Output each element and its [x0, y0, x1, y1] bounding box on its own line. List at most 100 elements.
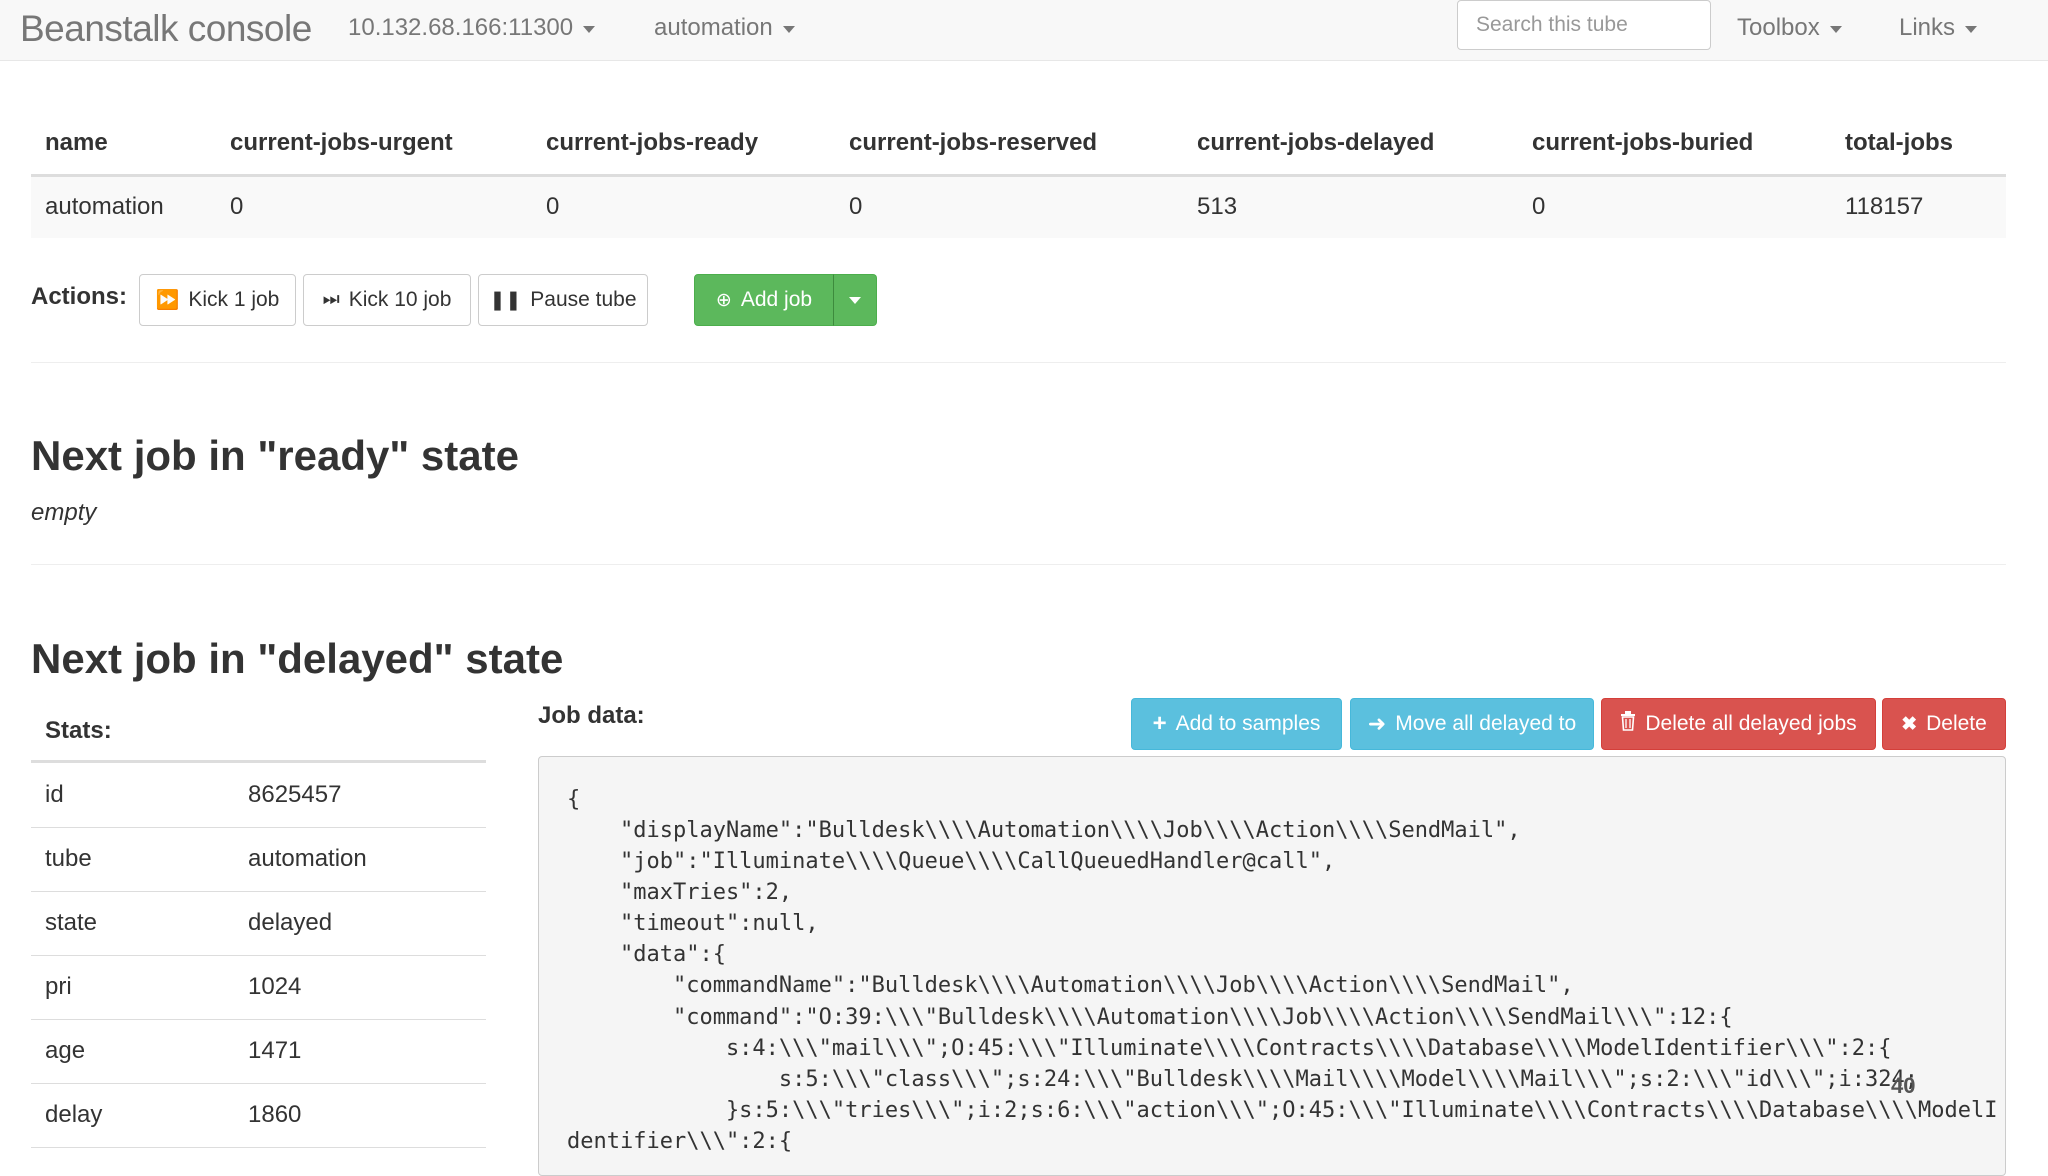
divider [31, 564, 2006, 565]
code-line: s:5:\\\"class\\\";s:24:\\\"Bulldesk\\\\M… [567, 1067, 1919, 1092]
stat-value: delayed [234, 891, 486, 956]
stat-value: automation [234, 827, 486, 892]
stats-label: Stats: [45, 717, 112, 744]
trash-icon-svg [1621, 711, 1636, 731]
stat-key: delay [31, 1083, 234, 1148]
code-line: "job":"Illuminate\\\\Queue\\\\CallQueued… [567, 849, 1336, 874]
table-row: pri 1024 [31, 955, 486, 1020]
arrow-right-icon: ➜ [1367, 711, 1387, 736]
add-job-button[interactable]: ⊕ Add job [694, 274, 834, 326]
add-job-label: Add job [740, 288, 813, 311]
move-all-delayed-label: Move all delayed to [1395, 712, 1577, 735]
stat-value: 1860 [234, 1083, 486, 1148]
toolbox-dropdown[interactable]: Toolbox [1737, 14, 1842, 42]
stat-key: tube [31, 827, 234, 892]
stat-value: 8625457 [234, 763, 486, 828]
add-to-samples-button[interactable]: + Add to samples [1131, 698, 1342, 750]
brand-logo[interactable]: Beanstalk console [20, 8, 312, 50]
links-dropdown-label: Links [1899, 14, 1956, 41]
table-header-row: name current-jobs-urgent current-jobs-re… [31, 112, 2006, 177]
tube-dropdown[interactable]: automation [654, 14, 795, 42]
stat-key: pri [31, 955, 234, 1020]
delayed-section-title: Next job in "delayed" state [31, 635, 564, 682]
stat-key: id [31, 763, 234, 828]
pause-tube-label: Pause tube [530, 288, 637, 311]
code-line: s:4:\\\"mail\\\";O:45:\\\"Illuminate\\\\… [567, 1036, 1892, 1061]
server-dropdown[interactable]: 10.132.68.166:11300 [348, 14, 596, 42]
fast-forward-icon: ⏩ [155, 290, 180, 311]
add-job-dropdown-toggle[interactable] [833, 274, 877, 326]
chevron-down-icon [1829, 26, 1842, 33]
stat-value: 1024 [234, 955, 486, 1020]
chevron-down-icon [583, 26, 596, 33]
code-line: { [567, 787, 581, 812]
stat-key: state [31, 891, 234, 956]
skip-forward-icon: ⏭ [322, 289, 340, 310]
cell-total: 118157 [1831, 175, 2006, 238]
kick-1-job-button[interactable]: ⏩ Kick 1 job [139, 274, 296, 326]
column-header[interactable]: current-jobs-ready [532, 112, 835, 177]
kick-1-job-label: Kick 1 job [188, 288, 280, 311]
table-row: delay 1860 [31, 1083, 486, 1148]
chevron-down-icon [782, 26, 795, 33]
table-row: automation 0 0 0 513 0 118157 [31, 175, 2006, 238]
column-header[interactable]: total-jobs [1831, 112, 2006, 177]
cell-delayed: 513 [1183, 175, 1518, 238]
ready-section-title: Next job in "ready" state [31, 432, 519, 479]
code-line: "displayName":"Bulldesk\\\\Automation\\\… [567, 818, 1521, 843]
add-to-samples-label: Add to samples [1175, 712, 1321, 735]
divider [31, 362, 2006, 363]
code-line: "data":{ [567, 942, 726, 967]
server-dropdown-label: 10.132.68.166:11300 [348, 14, 574, 41]
code-line: "command":"O:39:\\\"Bulldesk\\\\Automati… [567, 1005, 1733, 1030]
column-header[interactable]: current-jobs-delayed [1183, 112, 1518, 177]
move-all-delayed-button[interactable]: ➜ Move all delayed to [1350, 698, 1594, 750]
code-line: dentifier\\\":2:{ [567, 1129, 793, 1154]
job-data-label: Job data: [538, 702, 645, 729]
plus-icon: + [1152, 710, 1167, 737]
stat-key: age [31, 1019, 234, 1084]
job-data-code-block[interactable]: { "displayName":"Bulldesk\\\\Automation\… [538, 756, 2006, 1176]
close-icon: ✖ [1901, 713, 1918, 735]
job-stats-table: id 8625457 tube automation state delayed… [31, 763, 486, 1148]
stat-value: 1471 [234, 1019, 486, 1084]
delete-button[interactable]: ✖ Delete [1882, 698, 2006, 750]
code-line: "maxTries":2, [567, 880, 793, 905]
kick-10-job-label: Kick 10 job [348, 288, 452, 311]
tube-stats-table: name current-jobs-urgent current-jobs-re… [31, 112, 2006, 238]
tube-dropdown-label: automation [654, 14, 773, 41]
column-header[interactable]: current-jobs-buried [1518, 112, 1831, 177]
code-line: "timeout":null, [567, 911, 819, 936]
table-row: tube automation [31, 827, 486, 892]
cell-name: automation [31, 175, 216, 238]
kick-10-job-button[interactable]: ⏭ Kick 10 job [303, 274, 471, 326]
trash-icon [1620, 711, 1636, 737]
cell-reserved: 0 [835, 175, 1183, 238]
top-navbar: Beanstalk console 10.132.68.166:11300 au… [0, 0, 2048, 61]
table-row: age 1471 [31, 1019, 486, 1084]
code-line: "commandName":"Bulldesk\\\\Automation\\\… [567, 973, 1574, 998]
cell-urgent: 0 [216, 175, 532, 238]
column-header[interactable]: current-jobs-reserved [835, 112, 1183, 177]
line-count-badge: 40 [1891, 1073, 1916, 1098]
cell-buried: 0 [1518, 175, 1831, 238]
column-header[interactable]: current-jobs-urgent [216, 112, 532, 177]
links-dropdown[interactable]: Links [1899, 14, 1978, 42]
actions-label: Actions: [31, 283, 127, 310]
table-row: state delayed [31, 891, 486, 956]
ready-empty-text: empty [31, 499, 97, 526]
plus-circle-icon: ⊕ [715, 289, 732, 311]
delete-all-delayed-label: Delete all delayed jobs [1645, 712, 1857, 735]
column-header[interactable]: name [31, 112, 216, 177]
chevron-down-icon [849, 296, 861, 304]
search-input[interactable] [1457, 0, 1711, 50]
code-line: }s:5:\\\"tries\\\";i:2;s:6:\\\"action\\\… [567, 1098, 1998, 1123]
table-row: id 8625457 [31, 763, 486, 828]
delete-label: Delete [1926, 712, 1987, 735]
pause-tube-button[interactable]: ❚❚ Pause tube [478, 274, 648, 326]
cell-ready: 0 [532, 175, 835, 238]
pause-icon: ❚❚ [489, 289, 522, 311]
toolbox-dropdown-label: Toolbox [1737, 14, 1820, 41]
chevron-down-icon [1965, 26, 1978, 33]
delete-all-delayed-button[interactable]: Delete all delayed jobs [1601, 698, 1876, 750]
